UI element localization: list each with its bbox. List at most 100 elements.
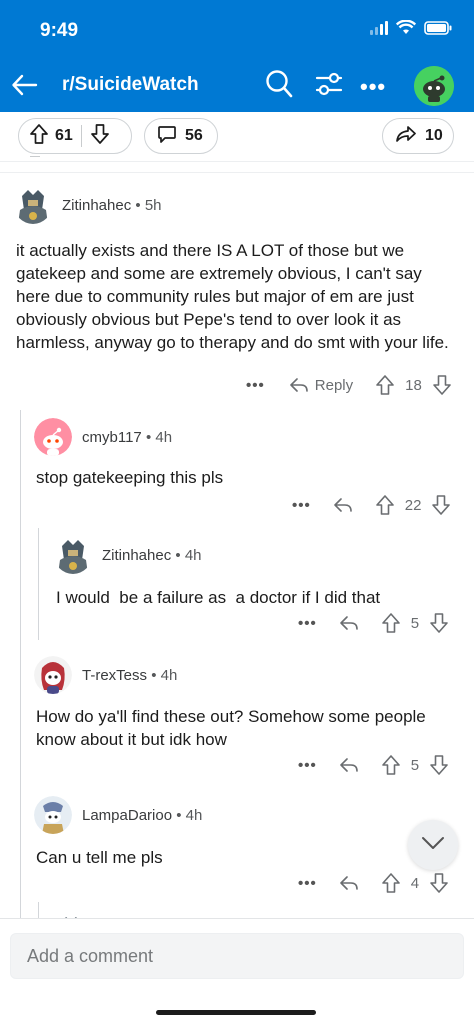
vote-group: 5: [381, 754, 449, 776]
home-indicator[interactable]: [156, 1010, 316, 1015]
reply-button[interactable]: Reply: [289, 376, 353, 394]
comment-age: 4h: [184, 546, 202, 564]
signal-icon: [370, 20, 388, 35]
reply-label: Reply: [314, 376, 354, 394]
more-icon[interactable]: •••: [292, 497, 311, 514]
downvote-icon[interactable]: [432, 374, 452, 396]
author-meta: LampaDarioo • 4h: [82, 807, 202, 824]
author-name[interactable]: Zitinhahec: [62, 197, 131, 214]
reply-icon: [333, 496, 353, 514]
app-header: 9:49 r/SuicideWatch •••: [0, 0, 474, 112]
avatar[interactable]: [34, 796, 72, 834]
author-name[interactable]: Zitinhahec: [102, 547, 171, 564]
reply-button[interactable]: [339, 874, 359, 892]
avatar[interactable]: [14, 186, 52, 224]
more-icon[interactable]: •••: [298, 615, 317, 632]
more-icon[interactable]: •••: [298, 757, 317, 774]
avatar[interactable]: [34, 656, 72, 694]
more-icon[interactable]: •••: [246, 377, 265, 394]
upvote-icon[interactable]: [381, 872, 401, 894]
author-meta: Zitinhahec • 4h: [102, 547, 202, 564]
author-meta: T-rexTess • 4h: [82, 667, 177, 684]
score: 5: [410, 756, 420, 774]
reply-icon: [339, 874, 359, 892]
share-button[interactable]: 10: [382, 118, 454, 154]
author-meta: Zitinhahec • 5h: [62, 197, 162, 214]
comments-button[interactable]: 56: [144, 118, 218, 154]
avatar[interactable]: [34, 418, 72, 456]
reply-button[interactable]: [333, 496, 353, 514]
comment-age: 4h: [185, 806, 203, 824]
meta-dot: •: [176, 806, 186, 824]
author-name[interactable]: T-rexTess: [82, 667, 147, 684]
downvote-icon[interactable]: [431, 494, 451, 516]
comment-author-row[interactable]: LampaDarioo • 4h: [34, 796, 202, 834]
reply-button[interactable]: [339, 614, 359, 632]
comment-age: 4h: [155, 428, 173, 446]
downvote-icon[interactable]: [429, 754, 449, 776]
reply-icon: [339, 756, 359, 774]
comment-body: it actually exists and there IS A LOT of…: [16, 241, 449, 352]
avatar[interactable]: [54, 536, 92, 574]
jump-next-button[interactable]: [408, 820, 458, 870]
comment-body: stop gatekeeping this pls: [36, 468, 224, 487]
author-name[interactable]: cmyb117: [82, 429, 142, 446]
vote-group: 5: [381, 612, 449, 634]
comment-author-row[interactable]: T-rexTess • 4h: [34, 656, 177, 694]
navbar: r/SuicideWatch •••: [0, 62, 474, 108]
upvote-icon[interactable]: [381, 612, 401, 634]
status-time: 9:49: [40, 20, 79, 41]
comment-count: 56: [185, 127, 203, 144]
post-action-bar: 61 56 10: [0, 112, 474, 162]
comment-actions: ••• 5: [298, 612, 449, 634]
comment-author-row[interactable]: Zitinhahec • 5h: [14, 186, 162, 224]
user-avatar[interactable]: [414, 66, 454, 106]
subreddit-title[interactable]: r/SuicideWatch: [62, 74, 199, 96]
upvote-count: 61: [55, 127, 73, 144]
author-meta: cmyb117 • 4h: [82, 429, 172, 446]
vote-group: 4: [381, 872, 449, 894]
score: 5: [410, 614, 420, 632]
reply-icon: [339, 614, 359, 632]
downvote-icon[interactable]: [429, 872, 449, 894]
comment-body: How do ya'll find these out? Somehow som…: [36, 707, 426, 749]
comment-composer: Add a comment: [0, 918, 474, 1025]
arrow-left-icon[interactable]: [10, 70, 40, 100]
share-icon: [395, 124, 417, 149]
score: 18: [405, 376, 422, 394]
score: 22: [404, 496, 422, 514]
author-name[interactable]: LampaDarioo: [82, 807, 172, 824]
meta-dot: •: [135, 196, 145, 214]
upvote-icon[interactable]: [375, 374, 395, 396]
add-comment-input[interactable]: Add a comment: [10, 933, 464, 979]
meta-dot: •: [151, 666, 161, 684]
upvote-icon[interactable]: [381, 754, 401, 776]
reply-icon: [289, 376, 309, 394]
thread-line: [38, 528, 39, 640]
reply-button[interactable]: [339, 756, 359, 774]
comment-actions: ••• 22: [292, 494, 451, 516]
score: 4: [410, 874, 420, 892]
vote-pill: 61: [18, 118, 132, 154]
wifi-icon: [396, 20, 416, 35]
comment-body: Can u tell me pls: [36, 848, 163, 867]
comment-icon: [157, 124, 177, 149]
filter-icon[interactable]: [313, 68, 345, 100]
comment-age: 5h: [144, 196, 162, 214]
divider: [0, 172, 474, 173]
avatar: [58, 910, 84, 918]
search-icon[interactable]: [263, 68, 295, 100]
comment-actions: ••• 5: [298, 754, 449, 776]
status-icons: [370, 20, 452, 35]
more-icon[interactable]: •••: [298, 875, 317, 892]
upvote-icon[interactable]: [375, 494, 395, 516]
upvote-icon[interactable]: [29, 123, 49, 150]
downvote-icon[interactable]: [90, 123, 110, 150]
comment-author-row[interactable]: cmyb117 • 4h: [34, 418, 172, 456]
divider: [30, 156, 40, 157]
downvote-icon[interactable]: [429, 612, 449, 634]
comment-author-row[interactable]: Zitinhahec • 4h: [54, 536, 202, 574]
comment-actions: ••• Reply 18: [246, 374, 452, 396]
comment-actions: ••• 4: [298, 872, 449, 894]
more-icon[interactable]: •••: [360, 74, 386, 100]
